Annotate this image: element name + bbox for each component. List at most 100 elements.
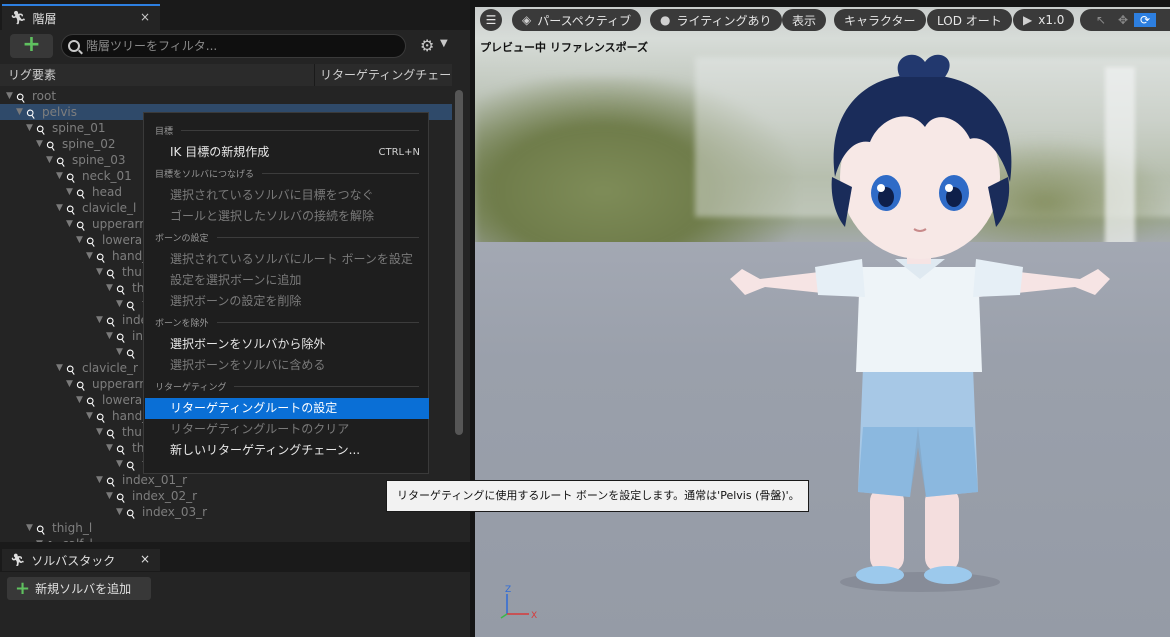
add-solver-label: 新規ソルバを追加 [35,582,132,596]
play-icon: ▶ [1023,13,1033,27]
tooltip: リターゲティングに使用するルート ボーンを設定します。通常は'Pelvis (骨… [386,480,809,512]
menu-item-shortcut: CTRL+N [378,147,420,158]
column-header: リグ要素 リターゲティングチェー [0,64,452,86]
menu-section-title: 目標 [155,126,174,137]
tab-solver-stack[interactable]: 🏃︎ ソルバスタック × [2,549,160,571]
lod-button[interactable]: LOD オート [927,9,1012,31]
menu-item[interactable]: 新しいリターゲティングチェーン... [145,440,429,461]
menu-item-label: 選択されているソルバにルート ボーンを設定 [170,252,413,266]
tree-row[interactable]: ▼ ⚲ root [0,88,452,106]
tab-hierarchy-label: 階層 [32,11,57,26]
menu-divider [234,385,419,387]
tree-row[interactable]: ▼ ⚲ index_01_r [0,472,452,490]
menu-item-label: 新しいリターゲティングチェーン... [170,443,361,457]
bone-label: calf_l [62,537,93,542]
tree-row[interactable]: ▼ ⚲ index_02_r [0,488,452,506]
character-button[interactable]: キャラクター [834,9,926,31]
menu-divider [181,129,419,131]
show-button[interactable]: 表示 [782,9,827,31]
bone-label: clavicle_r [82,361,138,375]
bone-label: index_03_r [142,505,208,519]
menu-button[interactable]: ☰ [480,9,502,31]
menu-item[interactable]: 選択ボーンをソルバから除外 [145,334,429,355]
axis-x-label: X [531,611,537,621]
bone-label: spine_01 [52,121,106,135]
bone-label: spine_03 [72,153,126,167]
viewport[interactable]: ☰ ◈ パースペクティブ ● ライティングあり 表示 キャラクター LOD オー… [475,7,1170,637]
menu-item[interactable]: リターゲティングルートのクリア [145,419,429,440]
speed-label: x1.0 [1038,13,1065,27]
perspective-label: パースペクティブ [537,13,632,28]
bone-label: index_02_r [132,489,198,503]
select-icon[interactable]: ↖ [1090,13,1112,27]
menu-divider [216,236,419,238]
menu-section-title: 目標をソルバにつなげる [155,169,255,180]
menu-item-label: 選択ボーンの設定を削除 [170,294,302,308]
search-input[interactable] [86,39,386,53]
viewport-status: プレビュー中 リファレンスポーズ [480,41,649,54]
add-button[interactable]: + [10,34,53,58]
scrollbar[interactable] [455,90,463,435]
context-menu: 目標 IK 目標の新規作成 CTRL+N 目標をソルバにつなげる選択されているソルバに… [143,112,429,474]
sphere-icon: ● [660,13,671,27]
menu-item-label: 選択ボーンをソルバから除外 [170,337,326,351]
menu-item-label: IK 目標の新規作成 [170,145,270,159]
lighting-label: ライティングあり [676,13,772,28]
menu-section-header: リターゲティング [155,379,419,393]
gear-icon[interactable]: ⚙ [420,36,434,55]
tab-solver-stack-label: ソルバスタック [31,553,116,568]
skeleton-icon: 🏃︎ [10,10,27,26]
close-icon[interactable]: × [140,552,150,566]
menu-item[interactable]: 選択されているソルバにルート ボーンを設定 [145,249,429,270]
column-retarget-chain[interactable]: リターゲティングチェー [315,64,452,86]
show-label: 表示 [792,13,817,28]
close-icon[interactable]: × [140,10,150,24]
chevron-down-icon[interactable]: ▼ [440,38,448,49]
tree-row[interactable]: ▼ ⚲ index_03_r [0,504,452,522]
character-label: キャラクター [844,13,916,28]
menu-item[interactable]: ゴールと選択したソルバの接続を解除 [145,206,429,227]
character-model [730,54,1110,592]
tab-hierarchy[interactable]: 🏃︎ 階層 × [2,4,160,30]
tree-row[interactable]: ▼⚲calf_l [0,536,452,542]
search-icon [68,40,80,52]
menu-item[interactable]: IK 目標の新規作成 CTRL+N [145,142,429,163]
playback-speed-button[interactable]: ▶ x1.0 [1013,9,1075,31]
axis-z-label: Z [505,585,511,595]
menu-item-label: リターゲティングルートのクリア [170,422,350,436]
hamburger-icon: ☰ [485,13,497,27]
menu-item[interactable]: 選択ボーンの設定を削除 [145,291,429,312]
tree-row[interactable]: ▼ ⚲ thigh_l [0,520,452,538]
menu-item-label: 選択されているソルバに目標をつなぐ [170,188,374,202]
move-icon[interactable]: ✥ [1112,13,1134,27]
add-solver-button[interactable]: + 新規ソルバを追加 [7,577,151,600]
menu-section-header: 目標 [155,123,419,137]
menu-section-header: ボーンを除外 [155,315,419,329]
menu-item-label: 選択ボーンをソルバに含める [170,358,326,372]
axis-gizmo: Z X [500,585,537,621]
perspective-button[interactable]: ◈ パースペクティブ [512,9,642,31]
solver-stack-panel: + 新規ソルバを追加 [0,572,470,637]
menu-item-label: 設定を選択ボーンに追加 [170,273,302,287]
lighting-button[interactable]: ● ライティングあり [650,9,782,31]
menu-item[interactable]: 選択されているソルバに目標をつなぐ [145,185,429,206]
menu-section-title: ボーンを除外 [155,318,209,329]
menu-item[interactable]: 設定を選択ボーンに追加 [145,270,429,291]
plus-icon: + [15,578,31,599]
menu-item-label: リターゲティングルートの設定 [170,401,338,415]
search-box[interactable] [61,34,406,58]
menu-section-header: ボーンの設定 [155,230,419,244]
bone-label: neck_01 [82,169,132,183]
menu-item[interactable]: 選択ボーンをソルバに含める [145,355,429,376]
bone-label: clavicle_l [82,201,137,215]
hierarchy-toolbar: + ⚙ ▼ [0,30,470,62]
menu-section-title: リターゲティング [155,382,227,393]
column-rig-element[interactable]: リグ要素 [0,64,315,86]
lod-label: LOD オート [937,13,1002,28]
menu-item[interactable]: リターゲティングルートの設定 [145,398,429,419]
bone-label: spine_02 [62,137,116,151]
menu-divider [262,172,419,174]
transform-tools: ↖ ✥ ⟳ [1080,9,1170,31]
skeleton-icon: 🏃︎ [10,553,26,567]
rotate-icon[interactable]: ⟳ [1134,13,1156,27]
